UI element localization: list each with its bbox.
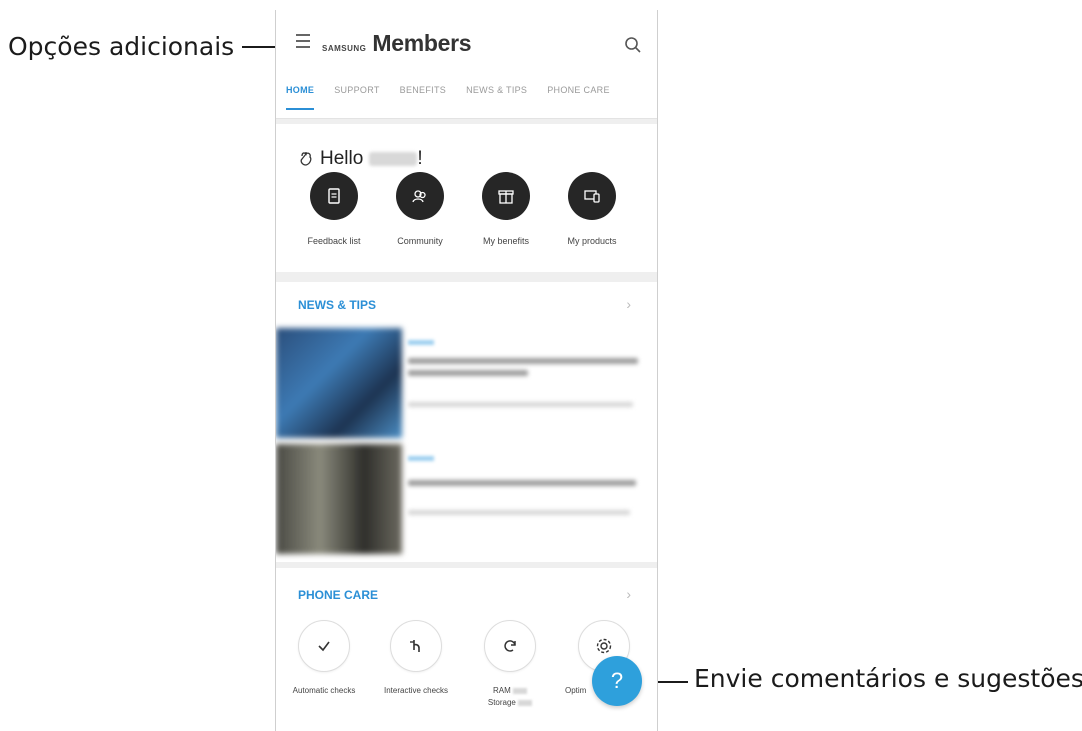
phone-care-chevron-icon[interactable]: › <box>626 586 631 602</box>
quick-label: Community <box>397 236 443 246</box>
brand-logo: SAMSUNG Members <box>322 30 472 56</box>
article-thumbnail <box>276 328 402 438</box>
quick-community[interactable]: Community <box>375 172 465 246</box>
user-name-blurred <box>369 152 418 166</box>
search-icon[interactable] <box>624 36 642 54</box>
quick-my-benefits[interactable]: My benefits <box>461 172 551 246</box>
article-headline <box>408 370 528 376</box>
gift-icon <box>482 172 530 220</box>
greeting-hello: Hello <box>320 148 364 169</box>
quick-my-products[interactable]: My products <box>547 172 637 246</box>
article-summary <box>408 402 633 407</box>
callout-feedback: Envie comentários e sugestões <box>694 664 1082 693</box>
greeting: Hello ! <box>298 148 423 170</box>
tab-bar: HOME SUPPORT BENEFITS NEWS & TIPS PHONE … <box>276 78 657 118</box>
check-icon <box>298 620 350 672</box>
tab-phone-care[interactable]: PHONE CARE <box>537 78 620 118</box>
news-tips-title[interactable]: NEWS & TIPS <box>298 298 376 312</box>
brand-small: SAMSUNG <box>322 44 367 53</box>
callout-more-options: Opções adicionais <box>8 32 235 61</box>
article-tag <box>408 456 434 461</box>
news-tips-card: NEWS & TIPS › <box>276 282 657 562</box>
ram-value-blurred <box>513 687 527 694</box>
care-label: Interactive checks <box>383 686 449 695</box>
care-storage-label: Storage <box>487 698 516 707</box>
feedback-fab-button[interactable]: ? <box>592 656 642 706</box>
quick-feedback-list[interactable]: Feedback list <box>289 172 379 246</box>
article-thumbnail <box>276 444 402 554</box>
devices-icon <box>568 172 616 220</box>
hamburger-menu-icon[interactable] <box>296 34 310 48</box>
greeting-card: Hello ! Feedback list Community My benef… <box>276 124 657 272</box>
quick-label: My products <box>567 236 617 246</box>
tab-benefits[interactable]: BENEFITS <box>390 78 456 118</box>
quick-label: Feedback list <box>307 236 361 246</box>
phone-screen: SAMSUNG Members HOME SUPPORT BENEFITS NE… <box>275 10 658 731</box>
touch-icon <box>390 620 442 672</box>
storage-value-blurred <box>518 699 533 706</box>
care-ram-label: RAM <box>492 686 511 695</box>
care-automatic-checks[interactable]: Automatic checks <box>277 620 371 697</box>
news-article[interactable] <box>276 444 657 554</box>
document-icon <box>310 172 358 220</box>
news-chevron-icon[interactable]: › <box>626 296 631 312</box>
greeting-suffix: ! <box>417 148 423 169</box>
phone-care-title[interactable]: PHONE CARE <box>298 588 378 602</box>
app-bar: SAMSUNG Members HOME SUPPORT BENEFITS NE… <box>276 10 657 119</box>
care-interactive-checks[interactable]: Interactive checks <box>369 620 463 697</box>
care-label: RAM Storage <box>463 685 557 709</box>
tab-home[interactable]: HOME <box>276 78 324 118</box>
care-ram-storage[interactable]: RAM Storage <box>463 620 557 709</box>
article-headline <box>408 358 638 364</box>
article-summary <box>408 510 630 515</box>
news-article[interactable] <box>276 328 657 438</box>
article-tag <box>408 340 434 345</box>
quick-label: My benefits <box>482 236 530 246</box>
care-label: Automatic checks <box>292 686 356 695</box>
brand-title: Members <box>372 30 472 56</box>
phone-care-card: PHONE CARE › Automatic checks Interactiv… <box>276 568 657 731</box>
waving-hand-icon <box>300 152 312 166</box>
article-headline <box>408 480 636 486</box>
refresh-icon <box>484 620 536 672</box>
tab-news-tips[interactable]: NEWS & TIPS <box>456 78 537 118</box>
tab-support[interactable]: SUPPORT <box>324 78 389 118</box>
community-icon <box>396 172 444 220</box>
